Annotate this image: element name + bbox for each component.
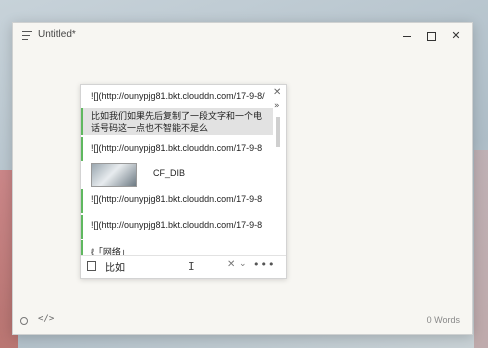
source-code-toggle[interactable]: </>	[38, 314, 54, 324]
maximize-button[interactable]	[422, 27, 440, 45]
clipboard-item-selected[interactable]: 比如我们如果先后复制了一段文字和一个电话号码这一点也不智能不是么	[81, 108, 273, 135]
clipboard-history-popup: ![](http://ounypjg81.bkt.clouddn.com/17-…	[80, 84, 287, 279]
collapse-chevron-icon[interactable]: »	[274, 101, 280, 111]
popup-side-controls: ✕ »	[271, 85, 286, 257]
pin-checkbox-icon[interactable]	[87, 261, 96, 271]
status-bar: </> 0 Words	[13, 310, 472, 334]
clipboard-item-image[interactable]: CF_DIB	[81, 162, 273, 188]
item-indicator	[81, 137, 83, 161]
clipboard-item[interactable]: ![](http://ounypjg81.bkt.clouddn.com/17-…	[81, 85, 273, 107]
popup-close-icon[interactable]: ✕	[273, 87, 281, 98]
scrollbar[interactable]	[276, 117, 280, 147]
chevron-down-icon[interactable]: ⌄	[239, 259, 247, 269]
clear-search-icon[interactable]: ✕	[227, 259, 235, 270]
selection-indicator	[81, 108, 83, 135]
clipboard-list: ![](http://ounypjg81.bkt.clouddn.com/17-…	[81, 85, 273, 260]
clipboard-item[interactable]: ![](http://ounypjg81.bkt.clouddn.com/17-…	[81, 215, 273, 239]
item-indicator	[81, 189, 83, 213]
word-count[interactable]: 0 Words	[427, 315, 460, 325]
clipboard-item[interactable]: ![](http://ounypjg81.bkt.clouddn.com/17-…	[81, 189, 273, 213]
clipboard-search-bar: I ✕ ⌄ •••	[81, 255, 286, 278]
item-indicator	[81, 215, 83, 239]
clipboard-item[interactable]: ![](http://ounypjg81.bkt.clouddn.com/17-…	[81, 137, 273, 161]
clipboard-item-text: ![](http://ounypjg81.bkt.clouddn.com/17-…	[91, 220, 263, 230]
minimize-button[interactable]	[398, 27, 416, 45]
text-cursor-icon: I	[188, 260, 195, 273]
search-input[interactable]	[101, 259, 225, 274]
title-bar: Untitled* ✕	[13, 23, 472, 49]
clipboard-item-text: ![](http://ounypjg81.bkt.clouddn.com/17-…	[91, 194, 263, 204]
window-title: Untitled*	[38, 29, 76, 40]
clipboard-item-text: CF_DIB	[153, 168, 186, 178]
clipboard-item-text: ![](http://ounypjg81.bkt.clouddn.com/17-…	[91, 91, 265, 101]
more-options-icon[interactable]: •••	[253, 258, 275, 271]
desktop-wallpaper-right	[474, 150, 488, 348]
minimize-icon	[403, 36, 411, 37]
maximize-icon	[426, 32, 436, 41]
close-button[interactable]: ✕	[447, 27, 465, 45]
screenshot-thumbnail	[91, 163, 137, 187]
sidebar-toggle-icon[interactable]	[20, 317, 28, 325]
clipboard-item-text: ![](http://ounypjg81.bkt.clouddn.com/17-…	[91, 143, 263, 153]
clipboard-item-text: 比如我们如果先后复制了一段文字和一个电话号码这一点也不智能不是么	[91, 111, 263, 133]
hamburger-menu-icon[interactable]	[22, 31, 32, 40]
